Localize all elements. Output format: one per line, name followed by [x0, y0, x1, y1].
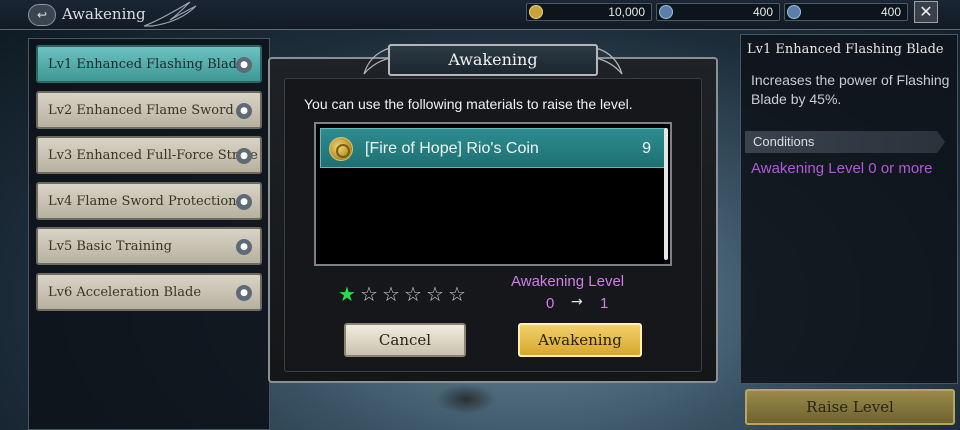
- star-empty-icon: ☆: [382, 282, 400, 306]
- back-arrow-icon: ↩: [36, 8, 48, 22]
- skill-detail-panel: Lv1 Enhanced Flashing Blade Increases th…: [740, 34, 958, 384]
- lock-icon: ●: [236, 285, 252, 301]
- star-empty-icon: ☆: [360, 282, 378, 306]
- back-button[interactable]: ↩: [28, 4, 56, 26]
- dialog-title-plate: Awakening: [388, 44, 598, 76]
- awakening-stars: ★ ☆ ☆ ☆ ☆ ☆: [338, 282, 470, 306]
- flourish-left-icon: [363, 47, 391, 75]
- skill-item-label: Lv1 Enhanced Flashing Blade: [48, 57, 245, 72]
- close-icon: ✕: [919, 2, 933, 21]
- character-silhouette: [436, 384, 496, 414]
- skill-item-2[interactable]: Lv2 Enhanced Flame Sword ●: [36, 91, 262, 129]
- lock-icon: ●: [236, 148, 252, 164]
- star-empty-icon: ☆: [448, 282, 466, 306]
- lock-icon: ●: [236, 103, 252, 119]
- wing-ornament-icon: [143, 1, 197, 27]
- currency-gem-1: 400: [656, 3, 780, 21]
- skill-item-3[interactable]: Lv3 Enhanced Full-Force Strike ●: [36, 136, 262, 174]
- lock-icon: ●: [236, 57, 252, 73]
- currency-gold-value: 10,000: [608, 5, 645, 19]
- detail-title: Lv1 Enhanced Flashing Blade: [747, 42, 944, 57]
- material-row[interactable]: [Fire of Hope] Rio's Coin 9: [320, 128, 666, 168]
- skill-item-5[interactable]: Lv5 Basic Training ●: [36, 227, 262, 265]
- skill-item-label: Lv2 Enhanced Flame Sword: [48, 103, 234, 118]
- conditions-label: Conditions: [753, 134, 815, 149]
- currency-gold: 10,000: [526, 3, 652, 21]
- material-quantity: 9: [642, 140, 651, 157]
- awakening-level-from: 0: [546, 295, 555, 312]
- blue-gem-icon: [659, 5, 673, 19]
- star-empty-icon: ☆: [404, 282, 422, 306]
- dialog-message: You can use the following materials to r…: [304, 96, 633, 112]
- skill-item-label: Lv5 Basic Training: [48, 239, 172, 254]
- currency-gem-2: 400: [784, 3, 908, 21]
- materials-list: [Fire of Hope] Rio's Coin 9: [314, 122, 672, 266]
- raise-level-button[interactable]: Raise Level: [745, 389, 955, 425]
- blue-gem-icon: [787, 5, 801, 19]
- awakening-level-label: Awakening Level: [511, 273, 625, 290]
- awakening-confirm-button[interactable]: Awakening: [518, 323, 642, 357]
- skill-item-label: Lv6 Acceleration Blade: [48, 285, 202, 300]
- lock-icon: ●: [236, 239, 252, 255]
- top-bar: ↩ Awakening 10,000 400 400 ✕: [0, 0, 960, 30]
- gold-coin-icon: [529, 5, 543, 19]
- skill-item-1[interactable]: Lv1 Enhanced Flashing Blade ●: [36, 45, 262, 83]
- awakening-level-to: 1: [600, 295, 609, 312]
- dialog-title: Awakening: [448, 50, 538, 69]
- star-filled-icon: ★: [338, 282, 356, 306]
- lock-icon: ●: [236, 194, 252, 210]
- flourish-right-icon: [595, 47, 623, 75]
- currency-gem-1-value: 400: [752, 5, 773, 19]
- skill-item-label: Lv3 Enhanced Full-Force Strike: [48, 148, 258, 163]
- conditions-text: Awakening Level 0 or more: [751, 160, 933, 177]
- skill-item-4[interactable]: Lv4 Flame Sword Protection ●: [36, 182, 262, 220]
- cancel-button[interactable]: Cancel: [344, 323, 466, 357]
- skill-list: Lv1 Enhanced Flashing Blade ● Lv2 Enhanc…: [28, 38, 270, 430]
- currency-gem-2-value: 400: [880, 5, 901, 19]
- coin-icon: [329, 137, 353, 161]
- conditions-header: Conditions: [745, 131, 945, 153]
- detail-description: Increases the power of Flashing Blade by…: [751, 72, 950, 107]
- star-empty-icon: ☆: [426, 282, 444, 306]
- arrow-right-icon: →: [571, 294, 583, 310]
- close-button[interactable]: ✕: [914, 1, 938, 23]
- material-name: [Fire of Hope] Rio's Coin: [365, 140, 539, 157]
- skill-item-label: Lv4 Flame Sword Protection: [48, 194, 237, 209]
- screen-title: Awakening: [62, 5, 146, 23]
- materials-scrollbar[interactable]: [664, 128, 668, 260]
- skill-item-6[interactable]: Lv6 Acceleration Blade ●: [36, 273, 262, 311]
